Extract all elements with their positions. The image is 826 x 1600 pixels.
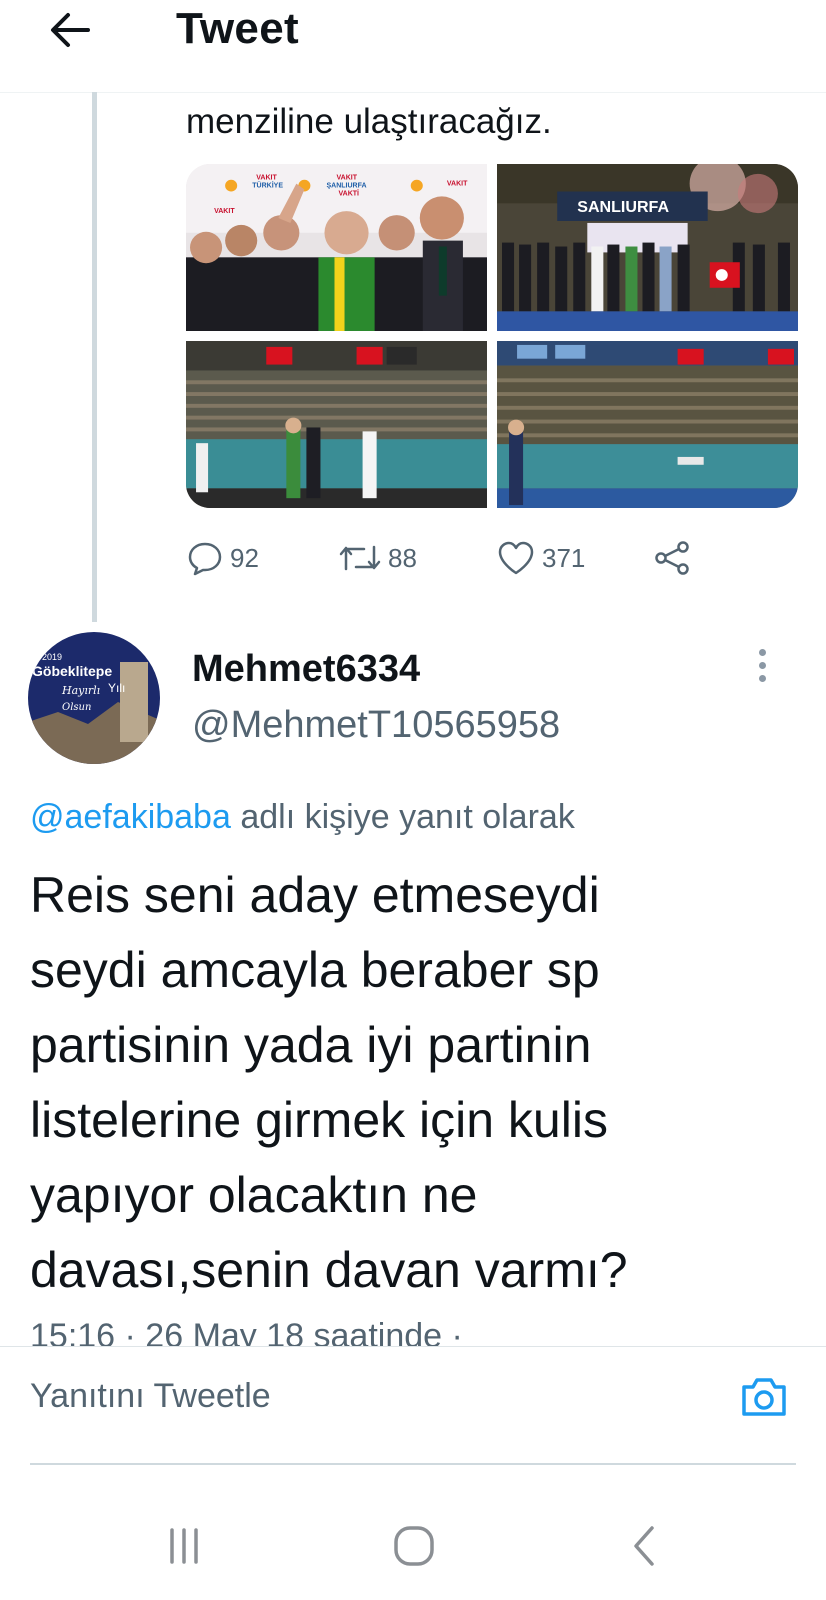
replying-to-line: @aefakibaba adlı kişiye yanıt olarak — [30, 798, 575, 837]
comment-icon — [188, 542, 222, 576]
like-count: 371 — [542, 542, 586, 573]
retweet-action[interactable]: 88 — [338, 534, 417, 582]
home-icon — [394, 1526, 434, 1566]
reply-text-line: seydi amcayla beraber sp — [30, 942, 600, 998]
banner-vakti: VAKTİ — [339, 189, 360, 197]
reply-tweet-text: Reis seni aday etmeseydi seydi amcayla b… — [30, 858, 800, 1308]
tweet-timestamp[interactable]: 15:16 · 26 May 18 saatinde · — [30, 1316, 463, 1346]
retweet-icon — [339, 545, 381, 571]
recent-apps-button[interactable] — [154, 1516, 214, 1576]
more-dots-icon — [758, 648, 766, 656]
stage-banner-text: SANLIURFA — [577, 199, 669, 216]
reply-compose-bar: Yanıtını Tweetle — [0, 1346, 826, 1465]
banner-vakit-1: VAKIT — [256, 175, 277, 182]
recent-apps-icon — [170, 1528, 198, 1564]
tweet-media-grid: VAKIT TÜRKİYE VAKIT ŞANLIURFA VAKTİ VAKI… — [186, 164, 798, 508]
system-nav-bar — [0, 1476, 826, 1600]
banner-sanliurfa: ŞANLIURFA — [326, 183, 366, 190]
replying-to-suffix: adlı kişiye yanıt olarak — [230, 798, 575, 836]
thread-connector-line — [92, 92, 97, 622]
tweet-photo-4[interactable] — [497, 341, 798, 508]
avatar[interactable]: 2019 Göbeklitepe Hayırlı Yılı Olsun — [28, 632, 160, 764]
banner-vakit-4: VAKIT — [214, 208, 235, 215]
parent-tweet-text: menziline ulaştıracağız. — [186, 102, 552, 141]
reply-text-line: davası,senin davan varmı? — [30, 1242, 628, 1298]
share-icon — [655, 541, 689, 575]
like-action[interactable]: 371 — [496, 534, 585, 582]
avatar-place: Göbeklitepe — [32, 663, 112, 679]
tweet-photo-3[interactable] — [186, 341, 487, 508]
back-button[interactable] — [44, 4, 96, 56]
reply-count: 92 — [230, 542, 259, 573]
compose-divider — [30, 1463, 796, 1465]
share-action[interactable] — [652, 534, 692, 582]
camera-icon — [742, 1378, 786, 1416]
reply-text-line: yapıyor olacaktın ne — [30, 1167, 478, 1223]
heart-icon — [498, 541, 534, 575]
avatar-line1: Hayırlı — [61, 684, 100, 697]
tweet-action-bar: 92 88 371 — [186, 534, 726, 582]
top-bar: Tweet — [0, 0, 826, 93]
camera-button[interactable] — [738, 1371, 790, 1423]
reply-text-line: listelerine girmek için kulis — [30, 1092, 608, 1148]
tweet-photo-2[interactable]: SANLIURFA — [497, 164, 798, 331]
system-back-button[interactable] — [614, 1516, 674, 1576]
home-button[interactable] — [384, 1516, 444, 1576]
banner-vakit-2: VAKIT — [337, 175, 358, 182]
author-display-name[interactable]: Mehmet6334 — [192, 648, 420, 691]
more-options-button[interactable] — [748, 640, 776, 690]
banner-vakit-3: VAKIT — [447, 181, 468, 188]
chevron-left-icon — [634, 1526, 654, 1566]
reply-text-line: partisinin yada iyi partinin — [30, 1017, 592, 1073]
retweet-count: 88 — [388, 542, 417, 573]
tweet-photo-1[interactable]: VAKIT TÜRKİYE VAKIT ŞANLIURFA VAKTİ VAKI… — [186, 164, 487, 331]
reply-text-line: Reis seni aday etmeseydi — [30, 867, 600, 923]
avatar-year: 2019 — [42, 652, 62, 662]
reply-action[interactable]: 92 — [186, 534, 259, 582]
reply-input[interactable]: Yanıtını Tweetle — [30, 1377, 271, 1416]
replying-to-mention[interactable]: @aefakibaba — [30, 798, 231, 836]
page-title: Tweet — [176, 4, 299, 53]
banner-turkiye: TÜRKİYE — [252, 181, 283, 190]
author-handle[interactable]: @MehmetT10565958 — [192, 704, 560, 747]
avatar-line3: Olsun — [62, 702, 91, 713]
arrow-left-icon — [51, 13, 90, 47]
avatar-line2: Yılı — [108, 681, 125, 695]
